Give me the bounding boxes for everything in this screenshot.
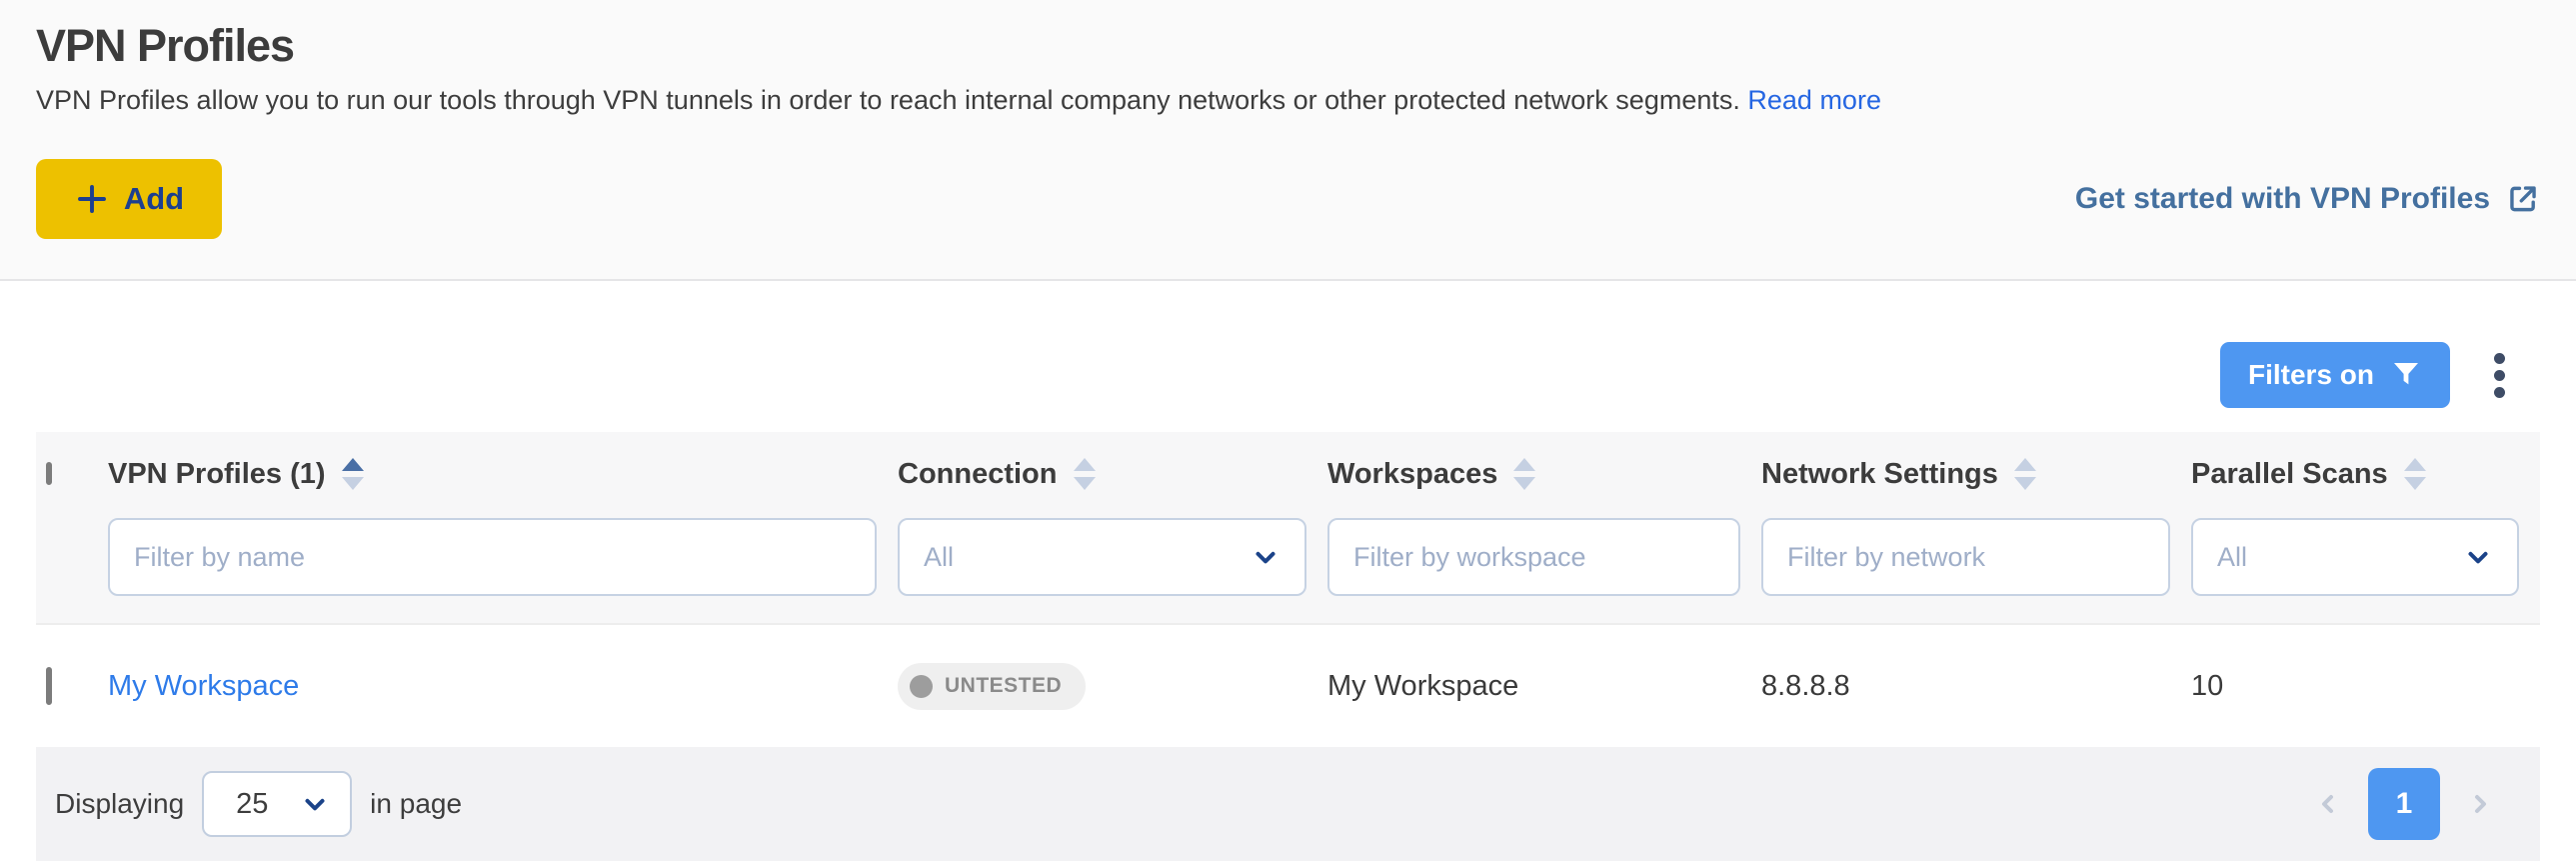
parallel-scans-filter-select[interactable]: All	[2191, 518, 2519, 596]
displaying-label: Displaying	[55, 788, 184, 820]
filters-button-label: Filters on	[2248, 359, 2374, 391]
sort-icon[interactable]	[1513, 458, 1535, 490]
sort-icon[interactable]	[1074, 458, 1096, 490]
column-label-row: VPN Profiles (1) Connection Workspaces N…	[36, 454, 2540, 494]
filter-row: All All	[36, 518, 2540, 596]
filter-funnel-icon	[2390, 359, 2422, 391]
read-more-link[interactable]: Read more	[1747, 85, 1881, 115]
row-checkbox[interactable]	[46, 667, 52, 705]
add-button[interactable]: Add	[36, 159, 222, 239]
sort-icon[interactable]	[342, 458, 364, 490]
chevron-down-icon	[2463, 542, 2493, 572]
column-workspaces[interactable]: Workspaces	[1327, 458, 1761, 491]
more-options-kebab-icon[interactable]	[2490, 349, 2509, 402]
sort-icon[interactable]	[2014, 458, 2036, 490]
page-title: VPN Profiles	[36, 20, 2540, 72]
main-content: Filters on VPN Profiles (1) Connection	[0, 342, 2576, 861]
chevron-down-icon	[300, 789, 330, 819]
sort-icon[interactable]	[2404, 458, 2426, 490]
page-size-group: Displaying 25 in page	[55, 771, 462, 837]
external-link-icon	[2506, 182, 2540, 216]
page-size-select[interactable]: 25	[202, 771, 352, 837]
column-vpn-profiles[interactable]: VPN Profiles (1)	[108, 458, 898, 491]
current-page-button[interactable]: 1	[2368, 768, 2440, 840]
parallel-scans-cell: 10	[2191, 670, 2540, 703]
in-page-label: in page	[370, 788, 462, 820]
add-button-label: Add	[124, 181, 184, 217]
page-description-text: VPN Profiles allow you to run our tools …	[36, 85, 1740, 115]
page-header: VPN Profiles VPN Profiles allow you to r…	[0, 0, 2576, 281]
table-header: VPN Profiles (1) Connection Workspaces N…	[36, 432, 2540, 623]
connection-filter-select[interactable]: All	[898, 518, 1306, 596]
column-network-settings[interactable]: Network Settings	[1761, 458, 2191, 491]
filter-by-name-input[interactable]	[108, 518, 877, 596]
header-actions: Add Get started with VPN Profiles	[36, 159, 2540, 239]
filters-on-button[interactable]: Filters on	[2220, 342, 2450, 408]
filter-by-network-input[interactable]	[1761, 518, 2170, 596]
workspace-cell: My Workspace	[1327, 670, 1761, 703]
vpn-profiles-table: VPN Profiles (1) Connection Workspaces N…	[36, 432, 2540, 861]
pagination: 1	[2316, 768, 2492, 840]
plus-icon	[74, 181, 110, 217]
table-footer: Displaying 25 in page 1	[36, 747, 2540, 861]
next-page-chevron-icon[interactable]	[2468, 784, 2492, 824]
status-dot-icon	[910, 675, 933, 698]
filter-by-workspace-input[interactable]	[1327, 518, 1740, 596]
column-parallel-scans[interactable]: Parallel Scans	[2191, 458, 2540, 491]
network-cell: 8.8.8.8	[1761, 670, 2191, 703]
select-all-checkbox[interactable]	[46, 462, 52, 485]
page-description: VPN Profiles allow you to run our tools …	[36, 81, 2540, 119]
table-row: My Workspace UNTESTED My Workspace 8.8.8…	[36, 623, 2540, 747]
column-connection[interactable]: Connection	[898, 458, 1327, 491]
profile-name-link[interactable]: My Workspace	[108, 670, 299, 702]
get-started-label: Get started with VPN Profiles	[2075, 182, 2490, 216]
get-started-link[interactable]: Get started with VPN Profiles	[2075, 182, 2540, 216]
table-toolbar: Filters on	[0, 342, 2576, 408]
connection-status-badge: UNTESTED	[898, 663, 1086, 710]
previous-page-chevron-icon[interactable]	[2316, 784, 2340, 824]
chevron-down-icon	[1251, 542, 1281, 572]
